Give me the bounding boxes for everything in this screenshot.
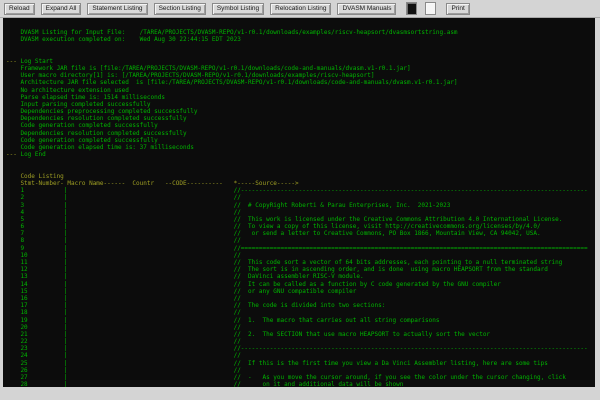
listing-row: 8 | // [6,237,595,244]
listing-row: 4 | // [6,209,595,216]
blank-line [6,51,595,58]
listing-row: 9 | //==================================… [6,245,595,252]
toolbar-button-dvasm-manuals[interactable]: DVASM Manuals [337,3,396,15]
listing-row: 23 | //---------------------------------… [6,345,595,352]
log-line: Code generation elapsed time is: 37 mill… [6,144,595,151]
toolbar: Reload Expand All Statement Listing Section… [0,0,600,18]
listing-row: 24 | // [6,352,595,359]
toolbar-button-section-listing[interactable]: Section Listing [154,3,206,15]
listing-row: 5 | // This work is licensed under the C… [6,216,595,223]
log-line: Code generation completed successfully [6,122,595,129]
blank-line [6,43,595,50]
info-line: DVASM execution completed on: Wed Aug 30… [6,36,595,43]
log-line: Dependencies resolution completed succes… [6,115,595,122]
log-line: Parse elapsed time is: 1514 milliseconds [6,94,595,101]
log-line: Code generation completed successfully [6,137,595,144]
toolbar-button-relocation-listing[interactable]: Relocation Listing [270,3,331,15]
listing-row: 16 | // [6,295,595,302]
log-line: Dependencies preprocessing completed suc… [6,108,595,115]
listing-title: Code Listing [6,173,595,180]
toolbar-button-expand-all[interactable]: Expand All [41,3,82,15]
info-line: DVASM Listing for Input File: /TAREA/PRO… [6,29,595,36]
log-end-label: Log End [20,151,45,158]
log-end-dashes: --- [6,151,20,158]
log-end-line: --- Log End [6,151,595,158]
listing-header-text: Stmt-Number- Macro Name------ Countr --C… [6,180,299,187]
listing-row: 20 | // [6,324,595,331]
listing-row: 12 | // The sort is in ascending order, … [6,266,595,273]
listing-title-text: Code Listing [6,173,64,180]
log-start-label: Log Start [20,58,53,65]
app-window: { "toolbar": { "buttons": ["Reload","Exp… [0,0,600,400]
listing-row: 10 | // [6,252,595,259]
listing-row: 7 | // or send a letter to Creative Comm… [6,230,595,237]
listing-row: 17 | // The code is divided into two sec… [6,302,595,309]
listing-row: 13 | // DaVinci assembler RISC-V module. [6,273,595,280]
log-line: User macro directory[1] is: [/TAREA/PROJ… [6,72,595,79]
listing-row: 18 | // [6,309,595,316]
log-start-line: --- Log Start [6,58,595,65]
print-button[interactable]: Print [446,3,469,15]
listing-row: 27 | // - As you move the cursor around,… [6,374,595,381]
log-line: No architecture extension used [6,87,595,94]
listing-terminal: DVASM Listing for Input File: /TAREA/PRO… [3,18,595,387]
listing-row: 11 | // This code sort a vector of 64 bi… [6,259,595,266]
toolbar-button-statement-listing[interactable]: Statement Listing [87,3,147,15]
listing-header: Stmt-Number- Macro Name------ Countr --C… [6,180,595,187]
listing-row: 6 | // To view a copy of this license, v… [6,223,595,230]
toolbar-button-symbol-listing[interactable]: Symbol Listing [212,3,264,15]
toolbar-buttons: Reload Expand All Statement Listing Section… [4,3,396,15]
listing-row: 1 | //----------------------------------… [6,187,595,194]
listing-row: 3 | // # CopyRight Roberti & Parau Enter… [6,202,595,209]
toolbar-button-reload[interactable]: Reload [4,3,35,15]
log-line: Framework JAR file is [file:/TAREA/PROJE… [6,65,595,72]
listing-row: 14 | // It can be called as a function b… [6,281,595,288]
listing-row: 21 | // 2. The SECTION that use macro HE… [6,331,595,338]
white-swatch-button[interactable] [425,2,436,15]
black-swatch-button[interactable] [406,2,417,15]
listing-row: 28 | // on it and additional data will b… [6,381,595,387]
listing-row: 26 | // [6,367,595,374]
listing-row: 15 | // or any GNU compatible compiler [6,288,595,295]
listing-row: 25 | // If this is the first time you vi… [6,360,595,367]
blank-line [6,158,595,165]
log-start-dashes: --- [6,58,20,65]
listing-row: 22 | // [6,338,595,345]
log-line: Architecture JAR file selected is [file:… [6,79,595,86]
listing-row: 2 | // [6,194,595,201]
log-line: Input parsing completed successfully [6,101,595,108]
listing-row: 19 | // 1. The macro that carries out al… [6,317,595,324]
log-line: Dependencies resolution completed succes… [6,130,595,137]
blank-line [6,166,595,173]
